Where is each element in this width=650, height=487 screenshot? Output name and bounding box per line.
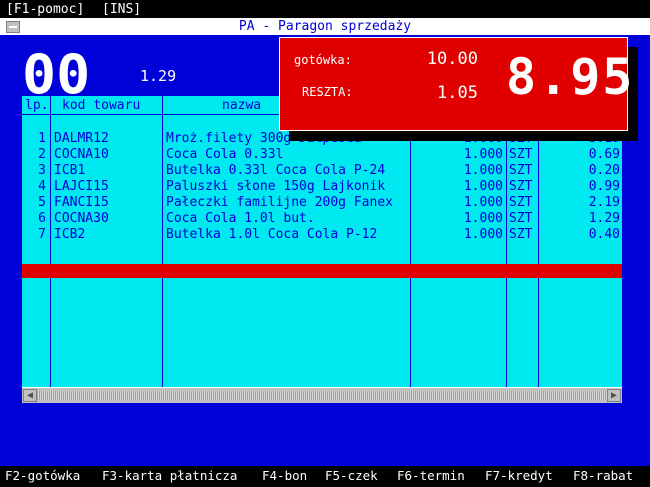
row-lp: 7 (38, 227, 46, 242)
row-name: Coca Cola 0.33l (166, 147, 284, 162)
payment-panel: gotówka: 10.00 RESZTA: 1.05 8.95 (279, 37, 635, 131)
row-code: DALMR12 (54, 131, 109, 146)
scroll-left-icon[interactable]: ◀ (23, 389, 37, 402)
table-row[interactable]: 4 LAJCI15 Paluszki słone 150g Lajkonik 1… (22, 179, 622, 195)
cash-label: gotówka: (294, 53, 352, 67)
row-unit: SZT (509, 163, 533, 178)
row-qty: 1.000 (463, 179, 503, 194)
row-code: FANCI15 (54, 195, 109, 210)
row-unit: SZT (509, 147, 533, 162)
f8-discount-key[interactable]: F8-rabat (573, 468, 633, 484)
cash-value: 10.00 (426, 49, 478, 69)
row-lp: 6 (38, 211, 46, 226)
row-name: Butelka 0.33l Coca Cola P-24 (166, 163, 386, 178)
row-unit: SZT (509, 227, 533, 242)
help-key-label[interactable]: [F1-pomoc] (6, 2, 84, 18)
change-label: RESZTA: (302, 85, 353, 99)
row-code: COCNA10 (54, 147, 109, 162)
row-code: COCNA30 (54, 211, 109, 226)
row-price: 0.40 (588, 227, 620, 242)
table-row[interactable]: 3 ICB1 Butelka 0.33l Coca Cola P-24 1.00… (22, 163, 622, 179)
row-name: Coca Cola 1.0l but. (166, 211, 315, 226)
f2-cash-key[interactable]: F2-gotówka (5, 468, 80, 484)
row-price: 0.99 (588, 179, 620, 194)
table-row[interactable]: 2 COCNA10 Coca Cola 0.33l 1.000 SZT 0.69 (22, 147, 622, 163)
row-name: Pałeczki familijne 200g Fanex (166, 195, 393, 210)
table-row[interactable]: 5 FANCI15 Pałeczki familijne 200g Fanex … (22, 195, 622, 211)
f4-voucher-key[interactable]: F4-bon (262, 468, 307, 484)
row-price: 1.29 (588, 211, 620, 226)
f6-term-key[interactable]: F6-termin (397, 468, 465, 484)
function-key-bar: F2-gotówka F3-karta płatnicza F4-bon F5-… (0, 466, 650, 487)
row-price: 0.20 (588, 163, 620, 178)
table-row[interactable]: 6 COCNA30 Coca Cola 1.0l but. 1.000 SZT … (22, 211, 622, 227)
receipt-window: PA - Paragon sprzedaży 00 1.29 lp. kod t… (0, 18, 650, 466)
f3-card-key[interactable]: F3-karta płatnicza (102, 468, 237, 484)
row-lp: 3 (38, 163, 46, 178)
insert-mode-indicator: [INS] (102, 2, 142, 17)
row-qty: 1.000 (463, 147, 503, 162)
selected-row-highlight[interactable] (22, 264, 622, 278)
row-qty: 1.000 (463, 227, 503, 242)
payment-panel-shadow (289, 131, 638, 141)
row-qty: 1.000 (463, 163, 503, 178)
window-title: PA - Paragon sprzedaży (238, 19, 412, 34)
change-value: 1.05 (437, 83, 478, 103)
row-qty: 1.000 (463, 195, 503, 210)
row-code: ICB2 (54, 227, 86, 242)
scrollbar-track[interactable] (37, 391, 607, 400)
f7-credit-key[interactable]: F7-kredyt (485, 468, 553, 484)
col-header-name: nazwa (222, 98, 262, 113)
col-header-lp: lp. (25, 98, 49, 113)
row-lp: 4 (38, 179, 46, 194)
row-price: 2.19 (588, 195, 620, 210)
row-unit: SZT (509, 195, 533, 210)
row-lp: 2 (38, 147, 46, 162)
unit-price-display: 1.29 (140, 67, 177, 85)
row-code: LAJCI15 (54, 179, 109, 194)
row-code: ICB1 (54, 163, 86, 178)
f5-cheque-key[interactable]: F5-czek (325, 468, 378, 484)
row-unit: SZT (509, 211, 533, 226)
row-name: Paluszki słone 150g Lajkonik (166, 179, 386, 194)
title-bar: PA - Paragon sprzedaży (0, 18, 650, 35)
top-status-bar: [F1-pomoc] [INS] (0, 0, 650, 18)
total-amount: 8.95 (506, 48, 635, 106)
col-header-code: kod towaru (62, 98, 141, 113)
row-lp: 1 (38, 131, 46, 146)
row-qty: 1.000 (463, 211, 503, 226)
row-unit: SZT (509, 179, 533, 194)
table-row[interactable]: 7 ICB2 Butelka 1.0l Coca Cola P-12 1.000… (22, 227, 622, 243)
quantity-display: 00 (22, 43, 91, 106)
row-price: 0.69 (588, 147, 620, 162)
horizontal-scrollbar[interactable]: ◀ ▶ (22, 387, 622, 403)
row-lp: 5 (38, 195, 46, 210)
scroll-right-icon[interactable]: ▶ (607, 389, 621, 402)
row-name: Butelka 1.0l Coca Cola P-12 (166, 227, 378, 242)
